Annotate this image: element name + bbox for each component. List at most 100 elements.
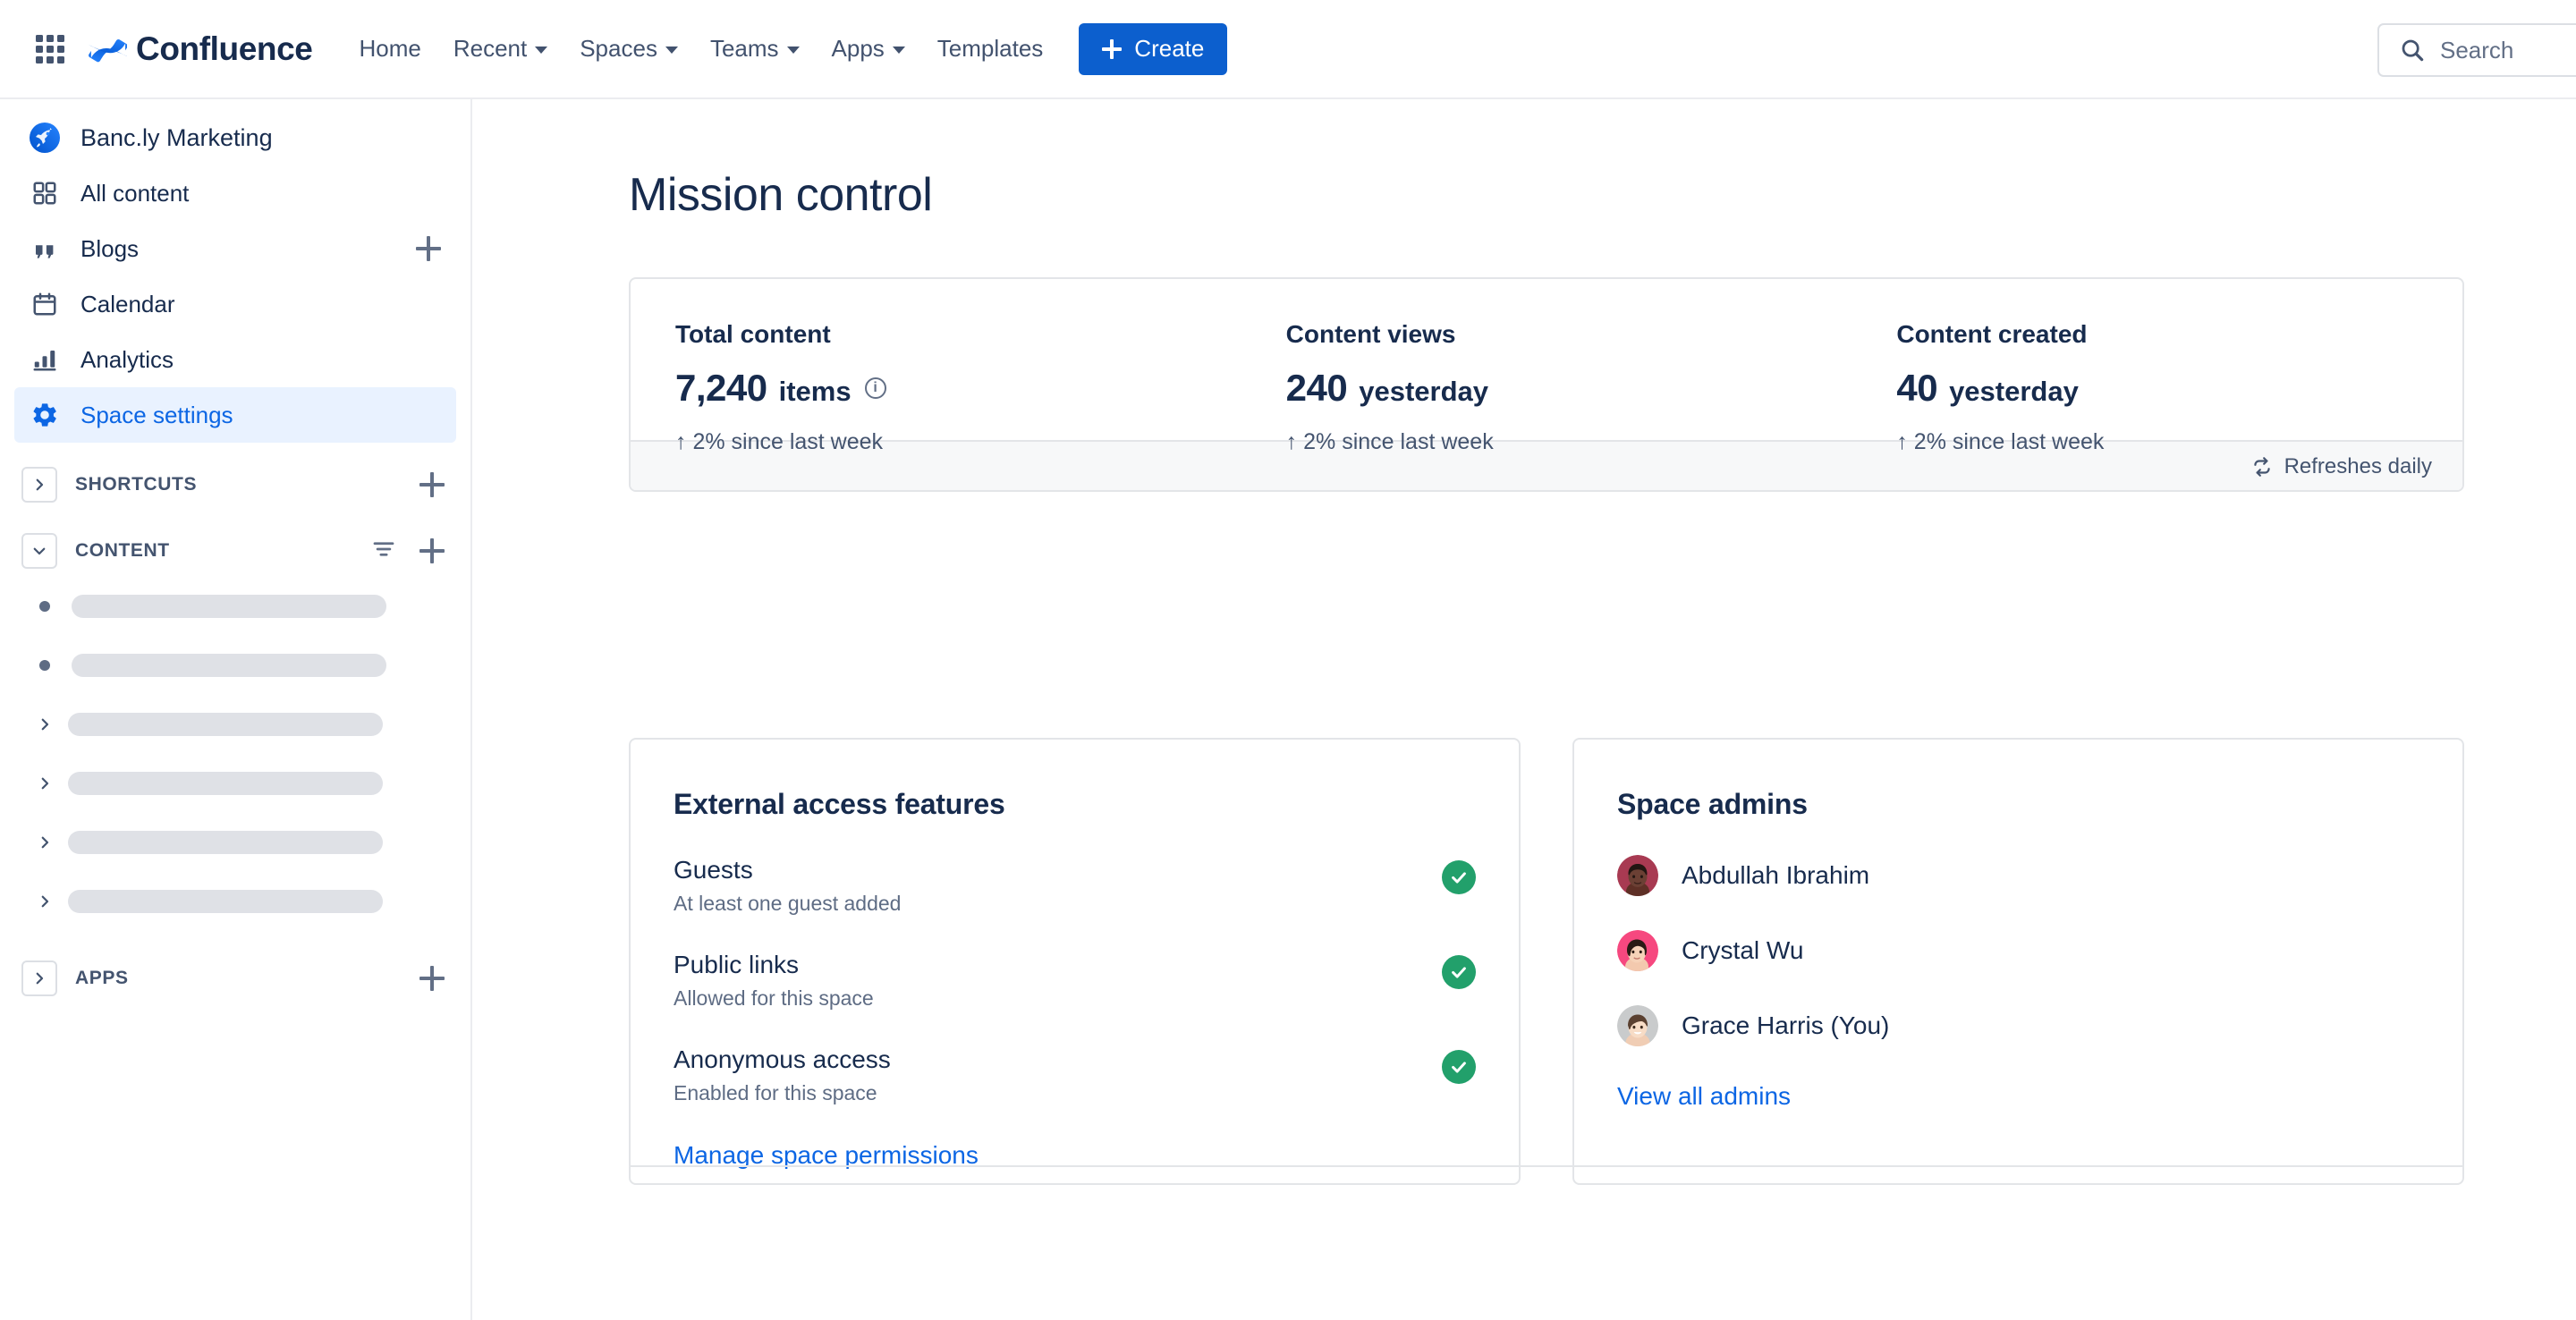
nav-item-recent[interactable]: Recent <box>437 24 564 73</box>
sidebar-item-calendar[interactable]: Calendar <box>14 276 456 332</box>
add-app-button[interactable] <box>417 963 447 994</box>
sidebar-item-blogs[interactable]: Blogs <box>14 221 456 276</box>
add-content-button[interactable] <box>417 536 447 566</box>
space-admins-card: Space admins Abdullah Ibrahim Crystal Wu… <box>1572 738 2464 1185</box>
feature-status-text: At least one guest added <box>674 892 902 915</box>
sidebar-item-all-content[interactable]: All content <box>14 165 456 221</box>
list-item[interactable] <box>14 577 456 636</box>
skeleton-bar <box>72 595 386 618</box>
admin-row-abdullah-ibrahim[interactable]: Abdullah Ibrahim <box>1617 821 2419 896</box>
filter-content-button[interactable] <box>370 536 397 567</box>
sidebar-section-apps[interactable]: APPS <box>14 952 456 1004</box>
feature-row-public-links: Public links Allowed for this space <box>674 916 1476 1011</box>
sidebar-item-label: All content <box>80 179 190 207</box>
stat-label: Content views <box>1285 320 1456 348</box>
nav-item-apps[interactable]: Apps <box>816 24 921 73</box>
sidebar-section-shortcuts[interactable]: SHORTCUTS <box>14 459 456 511</box>
external-access-card: External access features Guests At least… <box>629 738 1521 1185</box>
list-item[interactable] <box>14 754 456 813</box>
skeleton-bar <box>72 654 386 677</box>
admin-row-crystal-wu[interactable]: Crystal Wu <box>1617 896 2419 971</box>
brand-name: Confluence <box>136 30 313 67</box>
plus-icon <box>1102 38 1123 59</box>
chevron-right-icon[interactable] <box>29 767 61 800</box>
list-item[interactable] <box>14 695 456 754</box>
skeleton-bar <box>68 772 383 795</box>
check-circle-icon <box>1442 860 1476 894</box>
feature-status-text: Allowed for this space <box>674 986 874 1010</box>
nav-item-label: Recent <box>453 35 528 62</box>
space-sidebar: Banc.ly Marketing All content Blogs Cale… <box>0 99 472 1320</box>
space-avatar-rocket-icon <box>29 122 61 154</box>
view-all-admins-link[interactable]: View all admins <box>1617 1082 1791 1111</box>
card-title: External access features <box>674 788 1005 820</box>
nav-item-label: Templates <box>936 35 1044 62</box>
avatar <box>1617 930 1658 971</box>
stat-unit: items <box>778 376 852 407</box>
admin-row-grace-harris[interactable]: Grace Harris (You) <box>1617 971 2419 1046</box>
bullet-icon <box>39 660 50 671</box>
gear-icon <box>29 399 61 431</box>
stat-delta: ↑ 2% since last week <box>675 429 884 454</box>
app-switcher-icon[interactable] <box>32 31 68 67</box>
sidebar-section-label: APPS <box>75 968 129 988</box>
add-shortcut-button[interactable] <box>417 470 447 500</box>
confluence-logo-icon <box>88 38 127 62</box>
nav-item-teams[interactable]: Teams <box>694 24 816 73</box>
search-icon <box>2402 39 2424 62</box>
sidebar-space-header[interactable]: Banc.ly Marketing <box>14 110 456 165</box>
chevron-right-icon[interactable] <box>21 960 57 996</box>
avatar <box>1617 855 1658 896</box>
create-button-label: Create <box>1134 35 1205 62</box>
stat-value: 7,240 <box>675 367 767 409</box>
chevron-down-icon[interactable] <box>21 533 57 569</box>
list-item[interactable] <box>14 872 456 931</box>
info-icon[interactable]: i <box>864 377 886 399</box>
calendar-icon <box>29 288 61 320</box>
card-title: Space admins <box>1617 788 1808 820</box>
main-content: Mission control Total content 7,240 item… <box>472 99 2576 1320</box>
nav-item-home[interactable]: Home <box>343 24 436 73</box>
stat-unit: yesterday <box>1359 376 1489 407</box>
sidebar-item-label: Blogs <box>80 234 140 262</box>
sidebar-section-label: CONTENT <box>75 540 170 561</box>
stat-label: Content created <box>1896 320 2088 348</box>
create-button[interactable]: Create <box>1079 22 1228 75</box>
confluence-home-link[interactable]: Confluence <box>88 30 313 69</box>
search-input[interactable]: Search <box>2377 23 2576 77</box>
sidebar-item-space-settings[interactable]: Space settings <box>14 387 456 443</box>
feature-row-anonymous-access: Anonymous access Enabled for this space <box>674 1011 1476 1105</box>
admin-name: Crystal Wu <box>1682 936 1804 964</box>
stat-value: 40 <box>1896 367 1938 409</box>
section-divider <box>629 1165 2464 1167</box>
quote-icon <box>29 233 61 265</box>
chevron-right-icon[interactable] <box>21 467 57 503</box>
skeleton-bar <box>68 713 383 736</box>
stat-delta: ↑ 2% since last week <box>1285 429 1494 454</box>
check-circle-icon <box>1442 955 1476 989</box>
stat-delta: ↑ 2% since last week <box>1896 429 2105 454</box>
sidebar-section-content[interactable]: CONTENT <box>14 525 456 577</box>
chevron-right-icon[interactable] <box>29 708 61 740</box>
admin-name: Grace Harris (You) <box>1682 1011 1890 1039</box>
chevron-right-icon[interactable] <box>29 885 61 918</box>
skeleton-bar <box>68 890 383 913</box>
nav-item-spaces[interactable]: Spaces <box>564 24 694 73</box>
nav-item-templates[interactable]: Templates <box>921 24 1060 73</box>
sidebar-item-analytics[interactable]: Analytics <box>14 332 456 387</box>
top-navigation-bar: Confluence Home Recent Spaces Teams Apps… <box>0 0 2576 99</box>
list-item[interactable] <box>14 636 456 695</box>
nav-item-label: Teams <box>709 35 779 62</box>
add-blog-button[interactable] <box>413 233 444 264</box>
chevron-right-icon[interactable] <box>29 826 61 859</box>
feature-name: Public links <box>674 951 800 978</box>
sidebar-section-label: SHORTCUTS <box>75 474 198 495</box>
refresh-icon <box>2253 457 2270 477</box>
nav-item-label: Spaces <box>580 35 657 62</box>
check-circle-icon <box>1442 1050 1476 1084</box>
search-placeholder: Search <box>2440 36 2514 63</box>
feature-row-guests: Guests At least one guest added <box>674 821 1476 916</box>
chevron-down-icon <box>786 47 800 54</box>
list-item[interactable] <box>14 813 456 872</box>
nav-item-label: Home <box>359 35 421 62</box>
